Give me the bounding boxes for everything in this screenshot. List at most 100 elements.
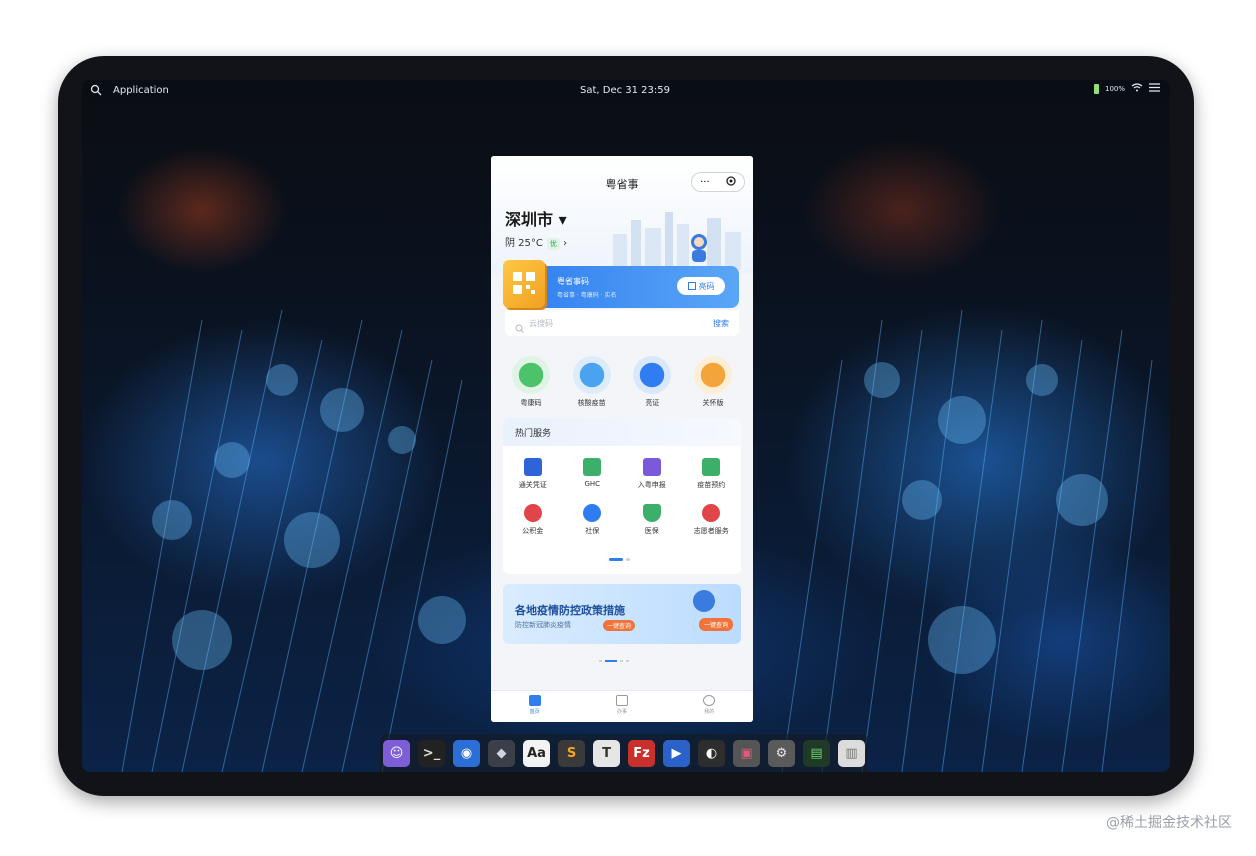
service-medical-insurance[interactable]: 医保 xyxy=(622,504,682,536)
promo-pager xyxy=(599,660,629,662)
more-icon[interactable]: ··· xyxy=(700,177,710,188)
service-vaccine-booking[interactable]: 疫苗预约 xyxy=(682,458,742,490)
service-label: GHC xyxy=(584,480,601,488)
status-area: 100% xyxy=(1093,83,1160,94)
terminal-icon[interactable]: >_ xyxy=(418,739,445,767)
heart-plus-icon xyxy=(512,356,550,394)
font-viewer-icon[interactable]: Aa xyxy=(523,739,550,767)
grid-icon xyxy=(687,282,696,290)
application-menu[interactable]: Application xyxy=(113,85,169,96)
tab-label: 办事 xyxy=(616,709,627,715)
promo-subtitle: 防控新冠肺炎疫情 xyxy=(515,621,571,629)
settings-icon[interactable]: ⚙ xyxy=(768,739,795,767)
wifi-icon[interactable] xyxy=(1131,83,1143,94)
hot-services-panel: 热门服务 通关凭证 GHC 入粤申报 疫苗预约 公积金 社保 医保 志愿者服务 xyxy=(503,418,741,574)
hot-services-title: 热门服务 xyxy=(503,418,741,446)
volunteer-icon xyxy=(702,504,721,522)
tab-services[interactable]: 办事 xyxy=(615,691,628,722)
search-input[interactable]: 云搜码 xyxy=(529,318,553,329)
battery-percent: 100% xyxy=(1104,84,1125,93)
card-icon xyxy=(633,356,672,394)
miniapp-window: 粤省事 ··· 深圳市 ▾ 阴 25°C 优 › 粤省事码 粤省事 · 粤康码 ·… xyxy=(491,156,753,722)
app-icon[interactable]: ▣ xyxy=(733,739,760,767)
hot-services-grid: 通关凭证 GHC 入粤申报 疫苗预约 公积金 社保 医保 志愿者服务 xyxy=(503,446,741,536)
dock: ☺ >_ ◉ ◆ Aa S T Fz ▶ ◐ ▣ ⚙ ▤ ▥ xyxy=(380,734,868,772)
show-code-button[interactable]: 亮码 xyxy=(677,277,725,295)
chrome-icon[interactable]: ◉ xyxy=(453,739,480,767)
clock[interactable]: Sat, Dec 31 23:59 xyxy=(580,85,670,96)
search-icon xyxy=(515,318,524,337)
qr-icon xyxy=(583,458,602,476)
watermark: @稀土掘金技术社区 xyxy=(1106,815,1232,831)
qr-code-icon xyxy=(503,260,545,308)
service-social-security[interactable]: 社保 xyxy=(563,504,623,536)
service-clearance-pass[interactable]: 通关凭证 xyxy=(503,458,563,490)
weather-info[interactable]: 阴 25°C 优 › xyxy=(505,234,567,250)
promo-query-button[interactable]: 一键查询 xyxy=(603,620,636,631)
vaccine-icon xyxy=(572,356,611,394)
service-label: 医保 xyxy=(644,527,659,535)
quick-service-label: 亮证 xyxy=(645,399,660,407)
pass-icon xyxy=(523,458,542,476)
service-label: 社保 xyxy=(585,527,600,535)
monitor-icon[interactable]: ▤ xyxy=(803,739,830,767)
form-icon xyxy=(642,458,661,476)
shield-icon xyxy=(642,504,661,522)
home-icon xyxy=(528,695,541,706)
person-icon xyxy=(583,504,602,522)
desktop-screen: Application Sat, Dec 31 23:59 100% 粤省事 ·… xyxy=(82,80,1170,772)
quick-service-license[interactable]: 亮证 xyxy=(624,356,680,408)
city-selector[interactable]: 深圳市 ▾ xyxy=(505,206,567,230)
calendar-icon xyxy=(615,695,628,706)
care-icon xyxy=(693,356,732,394)
close-miniapp-icon[interactable] xyxy=(726,175,736,189)
hot-services-pager xyxy=(609,558,630,561)
tab-bar: 首页 办事 我的 xyxy=(491,690,753,722)
service-label: 入粤申报 xyxy=(637,481,666,489)
video-icon[interactable]: ▶ xyxy=(663,739,690,767)
tab-home[interactable]: 首页 xyxy=(528,691,541,722)
trash-icon[interactable]: ▥ xyxy=(838,739,865,767)
sublime-icon[interactable]: S xyxy=(558,739,585,767)
service-entry-declaration[interactable]: 入粤申报 xyxy=(622,458,682,490)
tab-label: 首页 xyxy=(529,709,540,715)
service-label: 志愿者服务 xyxy=(693,527,729,535)
house-icon xyxy=(523,504,542,522)
capsule-menu: ··· xyxy=(691,172,745,192)
finder-icon[interactable]: ☺ xyxy=(383,739,410,767)
device-frame: Application Sat, Dec 31 23:59 100% 粤省事 ·… xyxy=(58,56,1194,796)
service-housing-fund[interactable]: 公积金 xyxy=(503,504,563,536)
quick-service-care-mode[interactable]: 关怀版 xyxy=(685,356,741,408)
menu-icon[interactable] xyxy=(1149,83,1160,94)
tab-profile[interactable]: 我的 xyxy=(703,691,716,722)
quick-service-label: 粤康码 xyxy=(520,399,542,407)
quick-service-label: 核酸疫苗 xyxy=(577,399,606,407)
banner-title: 粤省事码 xyxy=(557,277,589,286)
service-volunteer[interactable]: 志愿者服务 xyxy=(682,504,742,536)
syringe-icon xyxy=(702,458,721,476)
weather-text: 阴 25°C xyxy=(505,238,543,249)
service-ghc[interactable]: GHC xyxy=(563,458,623,490)
search-bar[interactable]: 云搜码 搜索 xyxy=(505,310,739,336)
promo-query-button-2[interactable]: 一键查询 xyxy=(698,618,733,631)
profile-icon xyxy=(703,695,716,706)
search-icon[interactable] xyxy=(90,84,102,99)
github-icon[interactable]: ◐ xyxy=(698,739,725,767)
service-label: 通关凭证 xyxy=(518,481,547,489)
quick-service-nucleic-vaccine[interactable]: 核酸疫苗 xyxy=(564,356,620,408)
service-label: 疫苗预约 xyxy=(697,481,726,489)
top-bar: Application Sat, Dec 31 23:59 100% xyxy=(82,80,1170,102)
service-label: 公积金 xyxy=(522,527,544,535)
quick-service-health-code[interactable]: 粤康码 xyxy=(503,356,559,408)
aqi-badge: 优 xyxy=(546,238,560,250)
gem-icon[interactable]: ◆ xyxy=(488,739,515,767)
typora-icon[interactable]: T xyxy=(593,739,620,767)
tab-label: 我的 xyxy=(704,709,715,715)
battery-icon xyxy=(1093,83,1099,94)
search-button[interactable]: 搜索 xyxy=(713,318,729,329)
epidemic-policy-banner[interactable]: 各地疫情防控政策措施 防控新冠肺炎疫情 一键查询 一键查询 xyxy=(503,584,741,644)
navigation-bar: 粤省事 ··· xyxy=(491,156,753,200)
skyline-illustration xyxy=(613,212,741,270)
mascot-icon xyxy=(693,590,715,612)
filezilla-icon[interactable]: Fz xyxy=(628,739,655,767)
